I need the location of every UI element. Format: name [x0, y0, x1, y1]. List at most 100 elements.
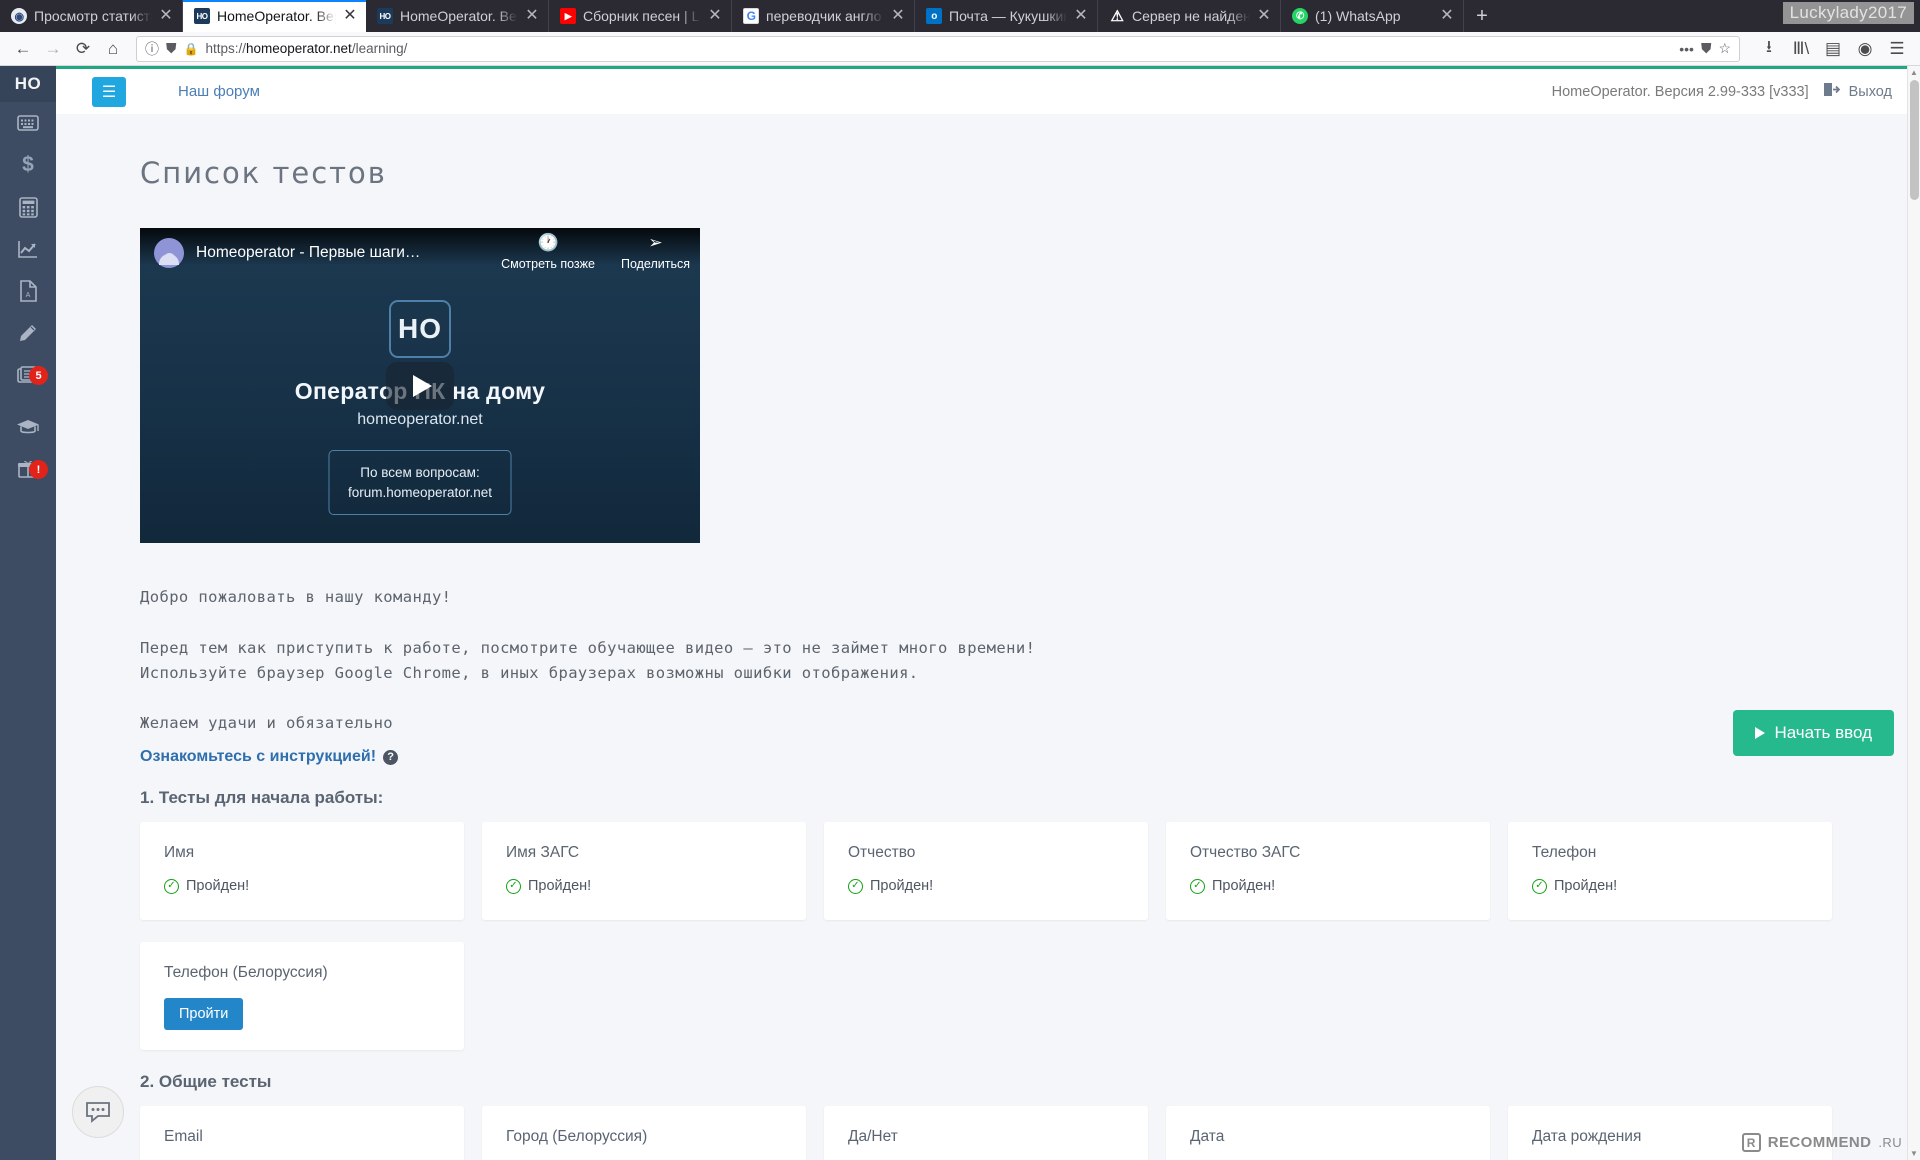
sidebar-toggle-button[interactable]: ☰: [92, 76, 126, 107]
sidebar-item-finance[interactable]: $: [0, 144, 56, 186]
take-test-button[interactable]: Пройти: [164, 998, 244, 1031]
recommend-badge-icon: R: [1741, 1133, 1761, 1152]
close-icon[interactable]: ✕: [891, 8, 905, 24]
help-icon[interactable]: ?: [383, 749, 399, 765]
close-icon[interactable]: ✕: [1257, 8, 1271, 24]
home-button[interactable]: ⌂: [98, 35, 128, 63]
app-logo[interactable]: HO: [0, 66, 56, 102]
warning-icon: ⚠: [1110, 8, 1124, 25]
watch-later-button[interactable]: 🕐 Смотреть позже: [501, 234, 595, 271]
scroll-down-arrow[interactable]: ▼: [1908, 1147, 1920, 1160]
bookmark-star-icon[interactable]: ☆: [1718, 40, 1731, 57]
test-card[interactable]: Дата ✓Пройден!: [1166, 1106, 1490, 1160]
card-placeholder: [1166, 942, 1490, 1050]
close-icon[interactable]: ✕: [1074, 8, 1088, 24]
close-icon[interactable]: ✕: [343, 8, 357, 24]
test-cards-row: Телефон (Белоруссия) Пройти: [140, 942, 1892, 1051]
pdf-file-icon: A: [19, 280, 37, 302]
logout-icon: [1823, 82, 1840, 101]
section-title-2: 2. Общие тесты: [140, 1072, 272, 1092]
status-label: Пройден!: [870, 878, 934, 895]
menu-icon[interactable]: ☰: [1882, 35, 1912, 63]
sidebar-item-notes[interactable]: [0, 312, 56, 354]
instruction-link[interactable]: Ознакомьтесь с инструкцией! ?: [140, 748, 399, 766]
browser-tab[interactable]: G переводчик англо -русс - По ✕: [732, 0, 915, 32]
sidebar-item-news[interactable]: 5: [0, 354, 56, 396]
logout-button[interactable]: Выход: [1823, 82, 1892, 101]
download-icon[interactable]: ⭳: [1754, 35, 1784, 63]
check-icon: ✓: [1532, 878, 1547, 894]
back-button[interactable]: ←: [8, 35, 38, 63]
sidebar-item-pdf[interactable]: A: [0, 270, 56, 312]
play-button[interactable]: [386, 361, 454, 410]
scroll-up-arrow[interactable]: ▲: [1908, 66, 1920, 79]
sidebar-icon[interactable]: ▤: [1818, 35, 1848, 63]
sidebar-item-calculator[interactable]: [0, 186, 56, 228]
mail-icon: o: [926, 8, 942, 24]
sidebar-item-bonus[interactable]: !: [0, 448, 56, 490]
test-card[interactable]: Имя ✓ Пройден!: [140, 822, 464, 921]
browser-tab-active[interactable]: HO HomeOperator. Версия 2.99- ✕: [183, 0, 366, 32]
browser-tab[interactable]: o Почта — Кукушкина Наталь ✕: [915, 0, 1098, 32]
account-icon[interactable]: ◉: [1850, 35, 1880, 63]
card-placeholder: [824, 942, 1148, 1050]
page-scrollbar[interactable]: ▲ ▼: [1907, 66, 1920, 1160]
test-card[interactable]: Телефон ✓ Пройден!: [1508, 822, 1832, 921]
chat-widget-button[interactable]: [72, 1086, 124, 1138]
test-card[interactable]: Имя ЗАГС ✓ Пройден!: [482, 822, 806, 921]
forum-link[interactable]: Наш форум: [178, 83, 260, 100]
video-channel[interactable]: Homeoperator - Первые шаги…: [154, 238, 420, 268]
tab-title: Почта — Кукушкина Наталь: [949, 8, 1067, 24]
test-card[interactable]: Телефон (Белоруссия) Пройти: [140, 942, 464, 1051]
browser-tab[interactable]: ✆ (1) WhatsApp ✕: [1281, 0, 1464, 32]
test-card[interactable]: Да/Нет ✓Пройден!: [824, 1106, 1148, 1160]
start-input-button[interactable]: Начать ввод: [1733, 710, 1894, 756]
forward-button[interactable]: →: [38, 35, 68, 63]
reload-button[interactable]: ⟳: [68, 35, 98, 63]
browser-tab[interactable]: ▶ Сборник песен | LOBODA (Л ✕: [549, 0, 732, 32]
recommend-suffix: .RU: [1878, 1135, 1902, 1150]
test-cards-row: Email Пройти Город (Белоруссия) ✓Пройден…: [140, 1106, 1892, 1160]
pocket-icon[interactable]: ⛊: [1701, 40, 1712, 57]
status-label: Пройден!: [528, 878, 592, 895]
sidebar-item-learning[interactable]: [0, 406, 56, 448]
dollar-icon: $: [22, 153, 34, 176]
test-card[interactable]: Отчество ✓ Пройден!: [824, 822, 1148, 921]
browser-tab[interactable]: ◉ Просмотр статистики работ ✕: [0, 0, 183, 32]
sidebar-item-statistics[interactable]: [0, 228, 56, 270]
share-button[interactable]: ➢ Поделиться: [621, 234, 690, 271]
browser-tab[interactable]: HO HomeOperator. Версия 2.99- ✕: [366, 0, 549, 32]
close-icon[interactable]: ✕: [525, 8, 539, 24]
pencil-icon: [18, 323, 38, 343]
page-info-icon[interactable]: ⓘ: [145, 39, 159, 59]
test-card[interactable]: Город (Белоруссия) ✓Пройден!: [482, 1106, 806, 1160]
tracking-shield-icon[interactable]: ⛊: [166, 40, 177, 57]
page-title: Список тестов: [140, 156, 387, 190]
test-card[interactable]: Отчество ЗАГС ✓ Пройден!: [1166, 822, 1490, 921]
close-icon[interactable]: ✕: [1440, 8, 1454, 24]
close-icon[interactable]: ✕: [708, 8, 722, 24]
start-input-label: Начать ввод: [1774, 723, 1872, 742]
header-right: HomeOperator. Версия 2.99-333 [v333] Вых…: [1552, 82, 1892, 101]
browser-tab[interactable]: ⚠ Сервер не найден ✕: [1098, 0, 1281, 32]
video-contact-line2: forum.homeoperator.net: [347, 484, 493, 500]
new-tab-button[interactable]: +: [1464, 0, 1500, 32]
section-title-1: 1. Тесты для начала работы:: [140, 788, 384, 808]
page-actions-icon[interactable]: •••: [1679, 41, 1694, 57]
video-player[interactable]: Homeoperator - Первые шаги… 🕐 Смотреть п…: [140, 228, 700, 543]
whatsapp-icon: ✆: [1292, 8, 1308, 24]
status-badge: ✓ Пройден!: [1190, 878, 1466, 894]
check-icon: ✓: [1190, 878, 1205, 894]
card-placeholder: [482, 942, 806, 1050]
close-icon[interactable]: ✕: [159, 8, 173, 24]
paragraph-welcome: Добро пожаловать в нашу команду!: [140, 588, 452, 606]
test-card[interactable]: Email Пройти: [140, 1106, 464, 1160]
watermark-username: Luckylady2017: [1782, 2, 1914, 24]
address-bar[interactable]: ⓘ ⛊ 🔒 https://homeoperator.net/learning/…: [136, 35, 1740, 62]
app-sidebar: HO $ A 5 !: [0, 66, 56, 1160]
scrollbar-thumb[interactable]: [1910, 80, 1919, 200]
library-icon[interactable]: Ⅲ\: [1786, 35, 1816, 63]
stats-icon: ◉: [11, 8, 27, 24]
sidebar-item-keyboard[interactable]: [0, 102, 56, 144]
share-arrow-icon: ➢: [648, 233, 663, 252]
